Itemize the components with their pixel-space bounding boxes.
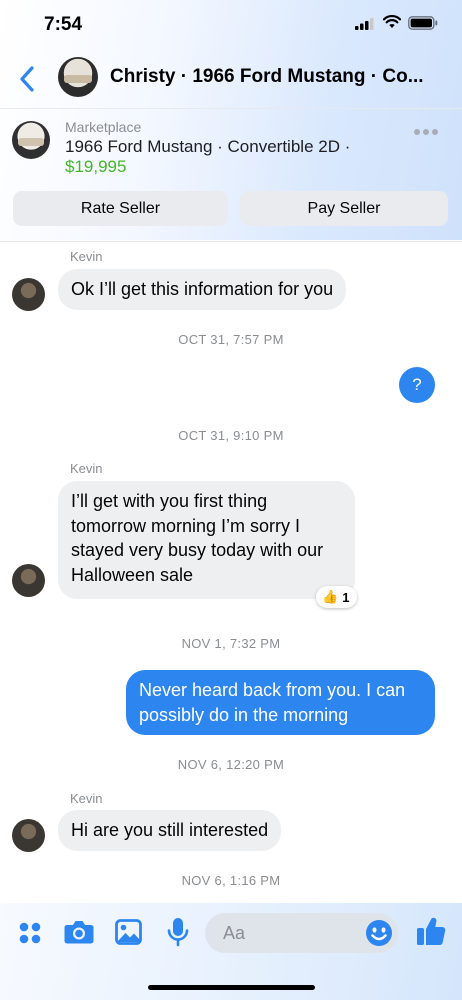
battery-icon xyxy=(408,16,438,30)
conversation-header: Christy · 1966 Ford Mustang · Co... xyxy=(0,52,462,106)
wifi-icon xyxy=(383,15,401,28)
home-indicator[interactable] xyxy=(148,985,315,990)
sender-name: Kevin xyxy=(70,461,103,476)
listing-name[interactable]: 1966 Ford Mustang · Convertible 2D · xyxy=(65,137,350,157)
message-timestamp: NOV 1, 7:32 PM xyxy=(181,636,281,651)
incoming-message[interactable]: I’ll get with you first thing tomorrow m… xyxy=(58,481,355,599)
message-timestamp: OCT 31, 9:10 PM xyxy=(178,428,284,443)
incoming-message[interactable]: Ok I’ll get this information for you xyxy=(58,269,347,310)
camera-icon[interactable] xyxy=(64,919,94,945)
message-reaction[interactable]: 👍 1 xyxy=(316,586,358,608)
emoji-icon[interactable] xyxy=(365,919,393,947)
listing-source-label: Marketplace xyxy=(65,119,142,135)
message-timestamp: NOV 6, 1:16 PM xyxy=(181,873,281,888)
more-dots-icon[interactable] xyxy=(414,129,438,135)
apps-grid-icon[interactable] xyxy=(18,921,42,945)
pay-seller-button[interactable]: Pay Seller xyxy=(240,191,448,226)
cellular-signal-icon xyxy=(355,18,374,30)
status-time: 7:54 xyxy=(44,14,83,35)
outgoing-message[interactable]: ? xyxy=(399,367,435,403)
incoming-message[interactable]: Hi are you still interested xyxy=(58,810,282,851)
thumbs-up-reaction-icon: 👍 xyxy=(322,589,339,604)
message-timestamp: OCT 31, 7:57 PM xyxy=(178,332,284,347)
sender-name: Kevin xyxy=(70,249,103,264)
message-timestamp: NOV 6, 12:20 PM xyxy=(177,757,285,772)
back-chevron-icon[interactable] xyxy=(18,64,38,94)
status-bar: 7:54 xyxy=(0,0,462,50)
outgoing-message[interactable]: Never heard back from you. I can possibl… xyxy=(126,670,435,735)
sender-avatar[interactable] xyxy=(12,819,45,852)
thumbs-up-icon[interactable] xyxy=(416,915,446,947)
sender-avatar[interactable] xyxy=(12,564,45,597)
conversation-title[interactable]: Christy · 1966 Ford Mustang · Co... xyxy=(110,66,440,88)
sender-avatar[interactable] xyxy=(12,278,45,311)
listing-price: $19,995 xyxy=(65,157,127,176)
marketplace-listing: Marketplace 1966 Ford Mustang · Converti… xyxy=(0,108,462,242)
message-input[interactable]: Aa xyxy=(205,913,398,953)
photo-icon[interactable] xyxy=(115,919,142,945)
message-input-placeholder: Aa xyxy=(223,923,246,943)
listing-thumbnail[interactable] xyxy=(12,121,50,159)
reaction-count: 1 xyxy=(342,589,350,605)
sender-name: Kevin xyxy=(70,791,103,806)
microphone-icon[interactable] xyxy=(167,917,189,947)
rate-seller-button[interactable]: Rate Seller xyxy=(13,191,228,226)
conversation-avatar[interactable] xyxy=(58,57,98,97)
